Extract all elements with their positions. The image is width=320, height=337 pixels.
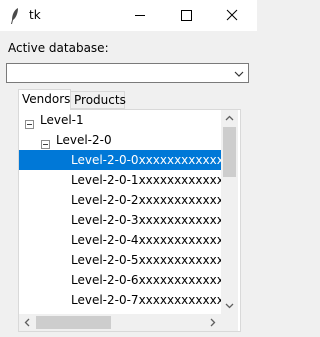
tree-row-selected[interactable]: Level-2-0-0xxxxxxxxxxxxxxxxx: [19, 150, 221, 170]
tree-row[interactable]: Level-2-0-7xxxxxxxxxxxxxxxxx: [19, 290, 221, 310]
tree-row-label: Level-2-0-0xxxxxxxxxxxxxxxxx: [71, 153, 221, 167]
tab-vendors[interactable]: Vendors: [18, 89, 71, 110]
horizontal-scrollbar[interactable]: [19, 314, 221, 331]
maximize-button[interactable]: [163, 0, 209, 31]
tree-row[interactable]: Level-1: [19, 110, 221, 130]
scroll-left-arrow[interactable]: [19, 314, 36, 331]
active-database-combobox[interactable]: [6, 63, 249, 83]
tree-row[interactable]: Level-2-0-4xxxxxxxxxxxxxxxxx: [19, 230, 221, 250]
tree-row-label: Level-2-0-5xxxxxxxxxxxxxxxxx: [71, 253, 221, 267]
tree-row-label: Level-2-0-3xxxxxxxxxxxxxxxxx: [71, 213, 221, 227]
vendors-tree[interactable]: Level-1 Level-2-0 Level-2-0-0xxxxxxxxxxxxx…: [19, 110, 221, 314]
chevron-left-icon: [24, 318, 30, 327]
close-button[interactable]: [209, 0, 255, 31]
tree-row-label: Level-2-0-1xxxxxxxxxxxxxxxxx: [71, 173, 221, 187]
chevron-down-icon[interactable]: [232, 66, 246, 80]
minimize-button[interactable]: [117, 0, 163, 31]
tree-row-label: Level-2-0: [56, 133, 112, 147]
tree-row[interactable]: Level-2-0: [19, 130, 221, 150]
scroll-down-arrow[interactable]: [221, 297, 238, 314]
chevron-up-icon: [225, 115, 234, 121]
tree-row-label: Level-2-0-7xxxxxxxxxxxxxxxxx: [71, 293, 221, 307]
tree-row-label: Level-2-0-4xxxxxxxxxxxxxxxxx: [71, 233, 221, 247]
tree-row[interactable]: Level-2-0-3xxxxxxxxxxxxxxxxx: [19, 210, 221, 230]
tree-row[interactable]: Level-2-0-6xxxxxxxxxxxxxxxxx: [19, 270, 221, 290]
scrollbar-corner: [221, 314, 238, 331]
vendors-panel: Level-1 Level-2-0 Level-2-0-0xxxxxxxxxxxxx…: [18, 109, 241, 332]
scroll-right-arrow[interactable]: [204, 314, 221, 331]
tree-row[interactable]: Level-2-0-2xxxxxxxxxxxxxxxxx: [19, 190, 221, 210]
tree-row[interactable]: Level-2-0-1xxxxxxxxxxxxxxxxx: [19, 170, 221, 190]
feather-icon: [10, 7, 20, 25]
scroll-up-arrow[interactable]: [221, 110, 238, 127]
title-bar[interactable]: tk: [0, 0, 257, 31]
tree-row-label: Level-1: [40, 113, 84, 127]
collapse-icon[interactable]: [25, 115, 34, 129]
tree-row-label: Level-2-0-6xxxxxxxxxxxxxxxxx: [71, 273, 221, 287]
tree-row[interactable]: Level-2-0-5xxxxxxxxxxxxxxxxx: [19, 250, 221, 270]
collapse-icon[interactable]: [41, 135, 50, 149]
horizontal-scroll-thumb[interactable]: [36, 316, 111, 329]
window-title: tk: [29, 8, 41, 22]
chevron-right-icon: [210, 318, 216, 327]
app-window: tk Active database: Vendors Products Lev: [0, 0, 257, 337]
vertical-scroll-thumb[interactable]: [223, 127, 236, 177]
tree-row-label: Level-2-0-2xxxxxxxxxxxxxxxxx: [71, 193, 221, 207]
chevron-down-icon: [225, 303, 234, 309]
tab-products[interactable]: Products: [70, 91, 126, 109]
active-database-label: Active database:: [8, 41, 109, 55]
vertical-scrollbar[interactable]: [221, 110, 238, 314]
